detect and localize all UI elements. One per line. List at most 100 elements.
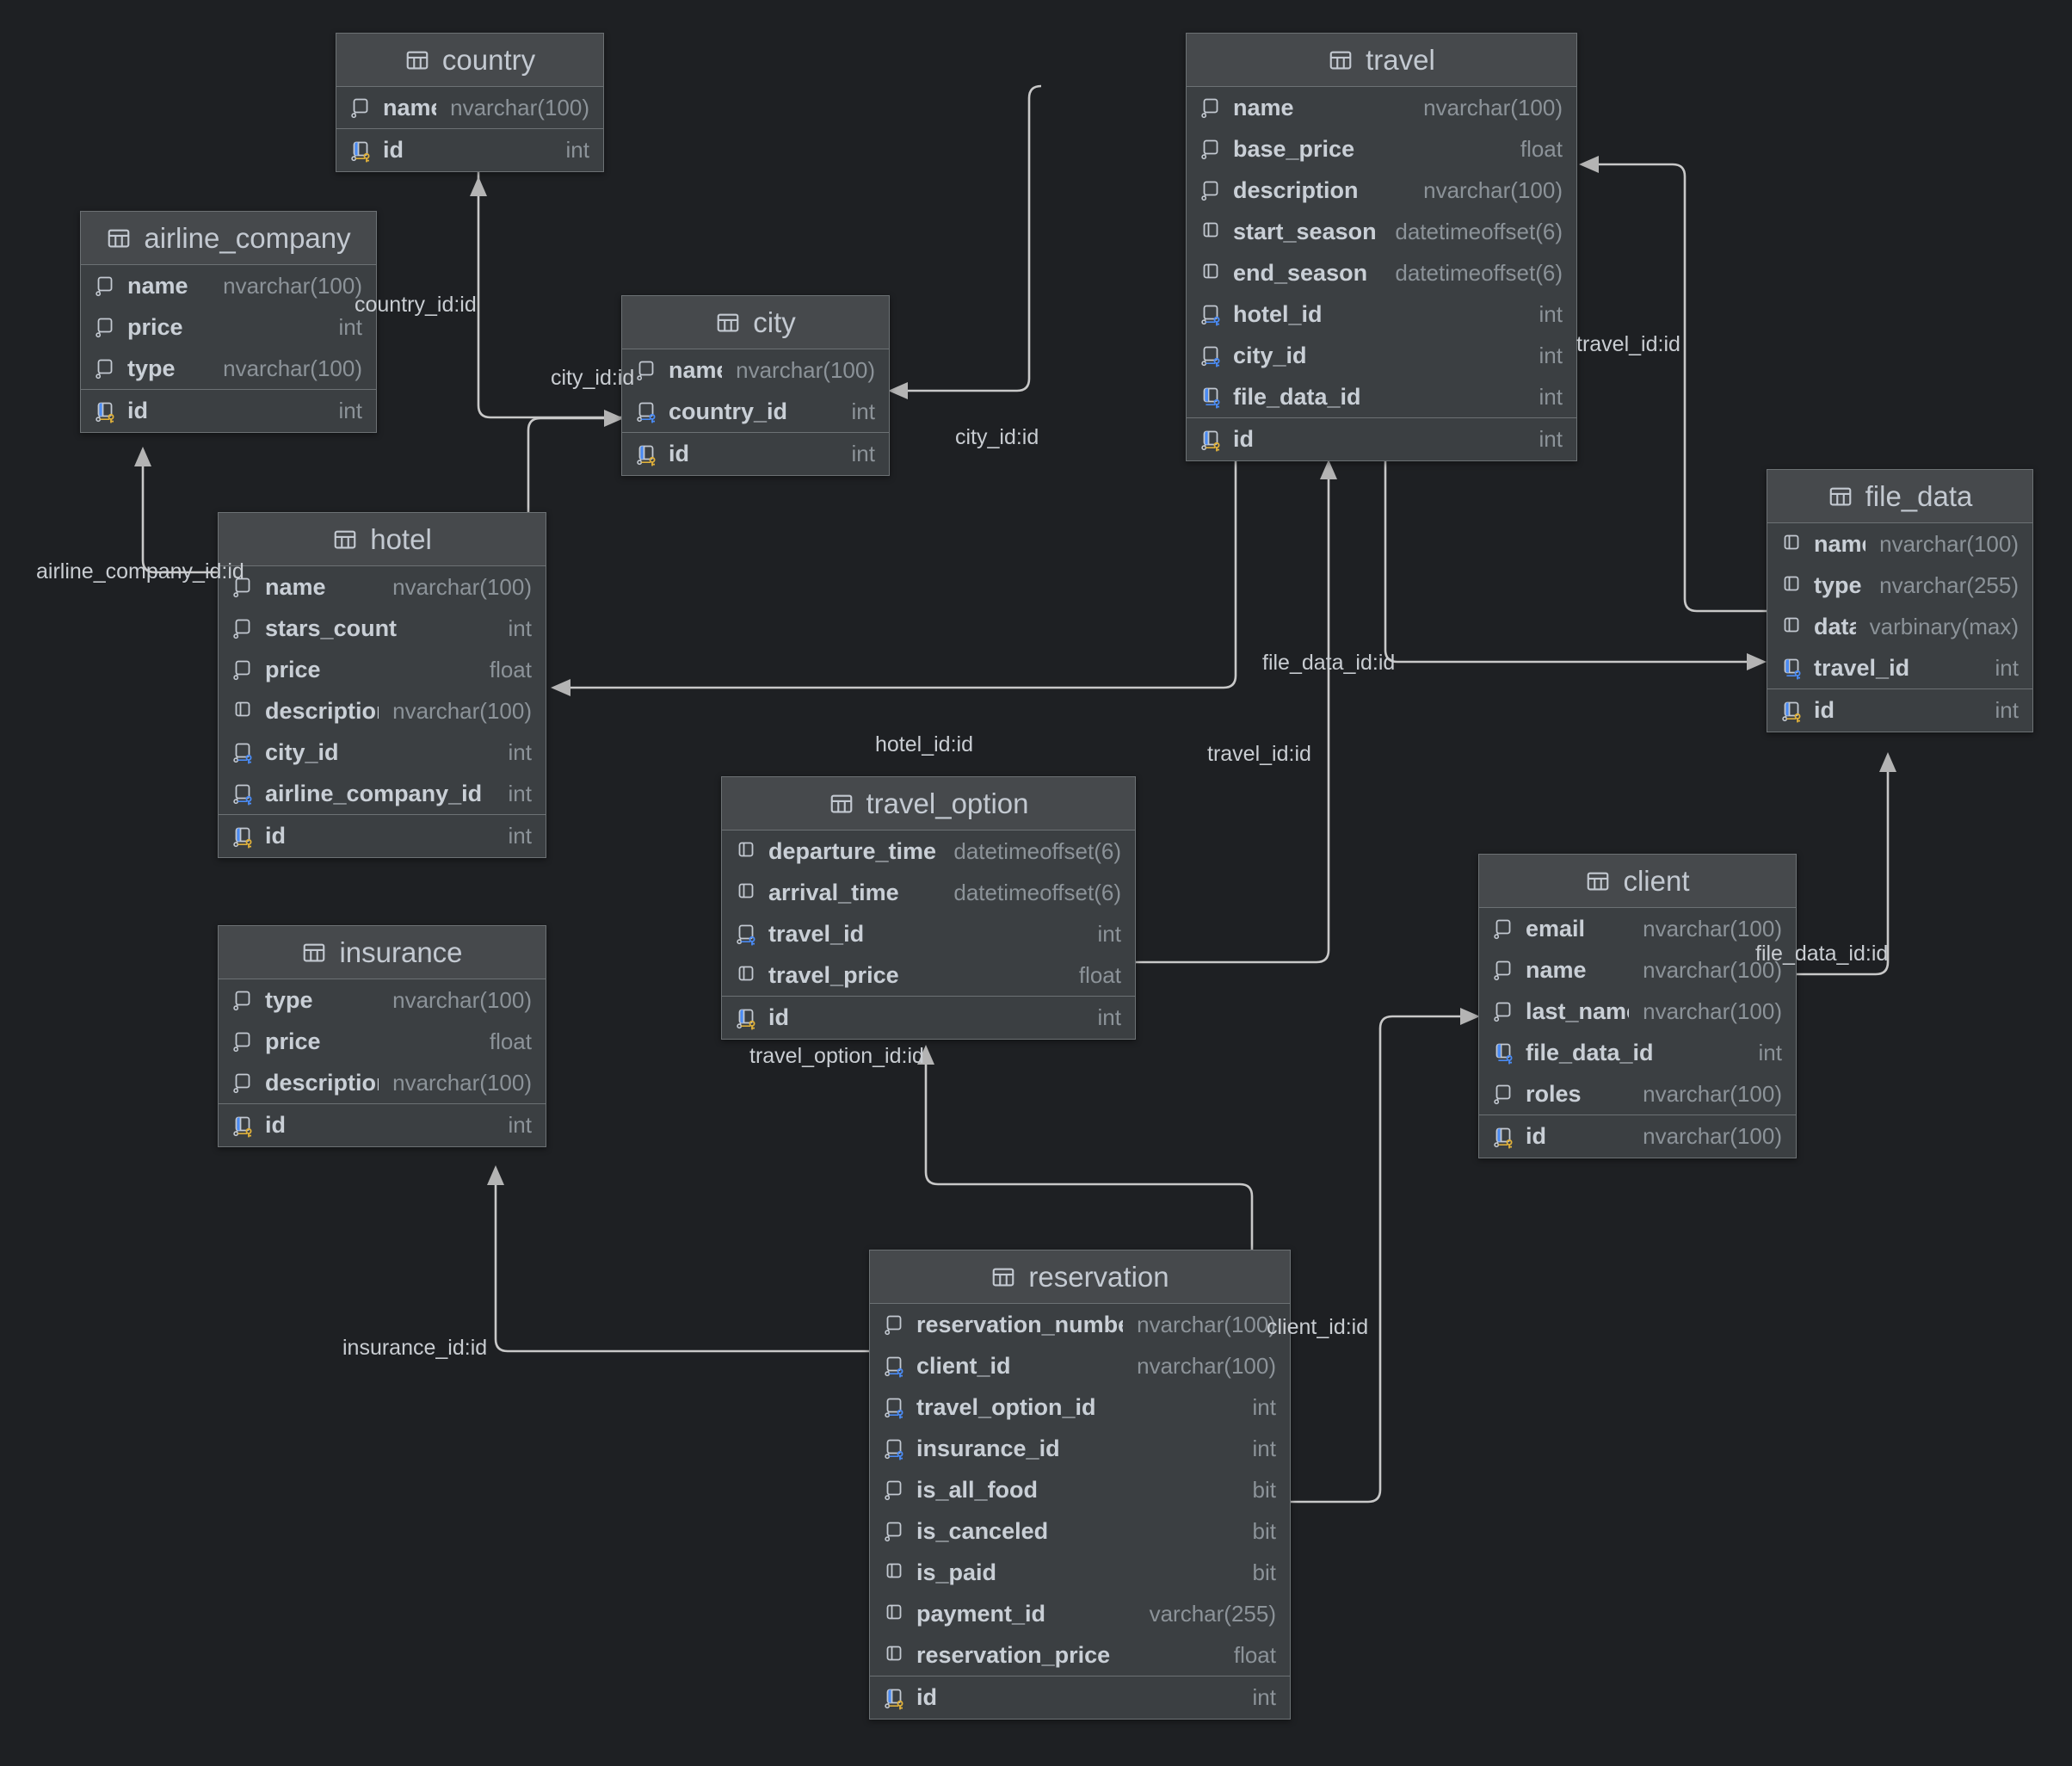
table-header-file_data[interactable]: file_data [1767, 470, 2032, 523]
column-row[interactable]: stars_count int [219, 608, 546, 649]
column-row[interactable]: namenvarchar(100) [1767, 523, 2032, 565]
column-type: nvarchar(100) [223, 355, 362, 381]
table-travel[interactable]: travel name nvarchar(100) base_price float de… [1186, 33, 1577, 461]
table-header-travel[interactable]: travel [1187, 34, 1576, 87]
table-hotel[interactable]: hotel name nvarchar(100) stars_count int pric… [218, 512, 546, 858]
column-type: int [508, 738, 532, 765]
column-type: int [508, 614, 532, 641]
column-row[interactable]: travel_option_id int [870, 1386, 1290, 1428]
column-row[interactable]: namenvarchar(100) [81, 265, 376, 306]
not-null-column-icon [886, 1563, 902, 1578]
column-name: airline_company_id [265, 780, 483, 806]
column-row[interactable]: client_id nvarchar(100) [870, 1345, 1290, 1386]
table-client[interactable]: client email nvarchar(100) name nvarchar(100… [1478, 854, 1797, 1158]
column-row[interactable]: type nvarchar(100) [81, 348, 376, 389]
table-icon [304, 943, 325, 961]
column-row[interactable]: reservation_number nvarchar(100) [870, 1304, 1290, 1345]
column-row[interactable]: is_paid bit [870, 1552, 1290, 1593]
column-row[interactable]: is_canceled bit [870, 1510, 1290, 1552]
edge-label-city-id-hotel: city_id:id [551, 366, 635, 390]
column-row[interactable]: description nvarchar(100) [1187, 170, 1576, 211]
column-row[interactable]: departure_time datetimeoffset(6) [722, 831, 1135, 872]
column-row[interactable]: reservation_price float [870, 1634, 1290, 1676]
column-row[interactable]: type nvarchar(255) [1767, 565, 2032, 606]
nullable-column-icon [1494, 1002, 1511, 1022]
column-name: id [127, 398, 148, 423]
table-city[interactable]: citynamenvarchar(100)country_idintidint [621, 295, 890, 476]
column-type: nvarchar(100) [392, 1069, 532, 1096]
table-header-client[interactable]: client [1479, 855, 1796, 908]
column-row[interactable]: namenvarchar(100) [336, 87, 603, 128]
column-row[interactable]: data varbinary(max) [1767, 606, 2032, 647]
column-row[interactable]: id int [219, 814, 546, 857]
column-row[interactable]: arrival_time datetimeoffset(6) [722, 872, 1135, 913]
column-row[interactable]: id int [870, 1676, 1290, 1719]
edge-label-city-id-travel: city_id:id [955, 425, 1039, 449]
column-row[interactable]: id int [336, 128, 603, 171]
column-row[interactable]: id int [1767, 688, 2032, 732]
column-row[interactable]: is_all_food bit [870, 1469, 1290, 1510]
column-row[interactable]: id nvarchar(100) [1479, 1115, 1796, 1158]
column-row[interactable]: payment_id varchar(255) [870, 1593, 1290, 1634]
column-row[interactable]: type nvarchar(100) [219, 979, 546, 1021]
table-reservation[interactable]: reservation reservation_number nvarchar(10… [869, 1250, 1291, 1720]
column-row[interactable]: base_price float [1187, 128, 1576, 170]
primary-key-icon [233, 827, 252, 848]
column-type: int [508, 1112, 532, 1138]
column-row[interactable]: description nvarchar(100) [219, 690, 546, 732]
column-row[interactable]: id int [622, 432, 889, 475]
table-airline_company[interactable]: airline_company name nvarchar(100) price int… [80, 211, 377, 433]
column-row[interactable]: id int [1187, 417, 1576, 460]
column-row[interactable]: id int [81, 389, 376, 432]
column-row[interactable]: travel_id int [1767, 647, 2032, 688]
column-row[interactable]: price int [81, 306, 376, 348]
column-row[interactable]: travel_price float [722, 954, 1135, 996]
column-row[interactable]: email nvarchar(100) [1479, 908, 1796, 949]
column-row[interactable]: city_id int [219, 732, 546, 773]
column-row[interactable]: price float [219, 649, 546, 690]
table-travel_option[interactable]: travel_option departure_time datetimeoffse… [721, 776, 1136, 1040]
table-country[interactable]: countryname nvarchar(100) id int [336, 33, 604, 172]
table-header-city[interactable]: city [622, 296, 889, 349]
table-header-hotel[interactable]: hotel [219, 513, 546, 566]
column-row[interactable]: city_id int [1187, 335, 1576, 376]
column-row[interactable]: namenvarchar(100) [622, 349, 889, 391]
table-header-insurance[interactable]: insurance [219, 926, 546, 979]
column-row[interactable]: description nvarchar(100) [219, 1062, 546, 1103]
column-name: id [916, 1684, 937, 1710]
column-type: nvarchar(100) [1879, 530, 2019, 557]
column-type: bit [1252, 1517, 1276, 1544]
column-row[interactable]: insurance_id int [870, 1428, 1290, 1469]
column-row[interactable]: airline_company_id int [219, 773, 546, 814]
foreign-key-icon [637, 402, 656, 423]
column-row[interactable]: country_id int [622, 391, 889, 432]
column-row[interactable]: id int [219, 1103, 546, 1146]
column-row[interactable]: last_name nvarchar(100) [1479, 991, 1796, 1032]
table-header-airline_company[interactable]: airline_company [81, 212, 376, 265]
column-name: travel_option_id [916, 1393, 1096, 1420]
table-columns-insurance: type nvarchar(100) price float description nv… [219, 979, 546, 1146]
column-row[interactable]: namenvarchar(100) [1479, 949, 1796, 991]
table-insurance[interactable]: insurance type nvarchar(100) price float desc… [218, 925, 546, 1147]
table-header-reservation[interactable]: reservation [870, 1250, 1290, 1304]
column-name: id [265, 823, 286, 849]
column-row[interactable]: hotel_id int [1187, 293, 1576, 335]
column-row[interactable]: file_data_id int [1479, 1032, 1796, 1073]
column-row[interactable]: namenvarchar(100) [1187, 87, 1576, 128]
nullable-column-icon [233, 619, 250, 639]
column-name: arrival_time [768, 879, 899, 905]
column-row[interactable]: id int [722, 996, 1135, 1039]
column-type: float [1233, 1641, 1276, 1668]
nullable-column-icon [96, 276, 113, 297]
column-row[interactable]: end_season datetimeoffset(6) [1187, 252, 1576, 293]
column-row[interactable]: price float [219, 1021, 546, 1062]
column-row[interactable]: travel_id int [722, 913, 1135, 954]
table-header-travel_option[interactable]: travel_option [722, 777, 1135, 831]
table-header-country[interactable]: country [336, 34, 603, 87]
table-file_data[interactable]: file_dataname nvarchar(100) type nvarchar(2… [1767, 469, 2033, 732]
column-row[interactable]: file_data_id int [1187, 376, 1576, 417]
column-row[interactable]: roles nvarchar(100) [1479, 1073, 1796, 1115]
column-row[interactable]: namenvarchar(100) [219, 566, 546, 608]
table-icon [406, 51, 429, 69]
column-row[interactable]: start_season datetimeoffset(6) [1187, 211, 1576, 252]
